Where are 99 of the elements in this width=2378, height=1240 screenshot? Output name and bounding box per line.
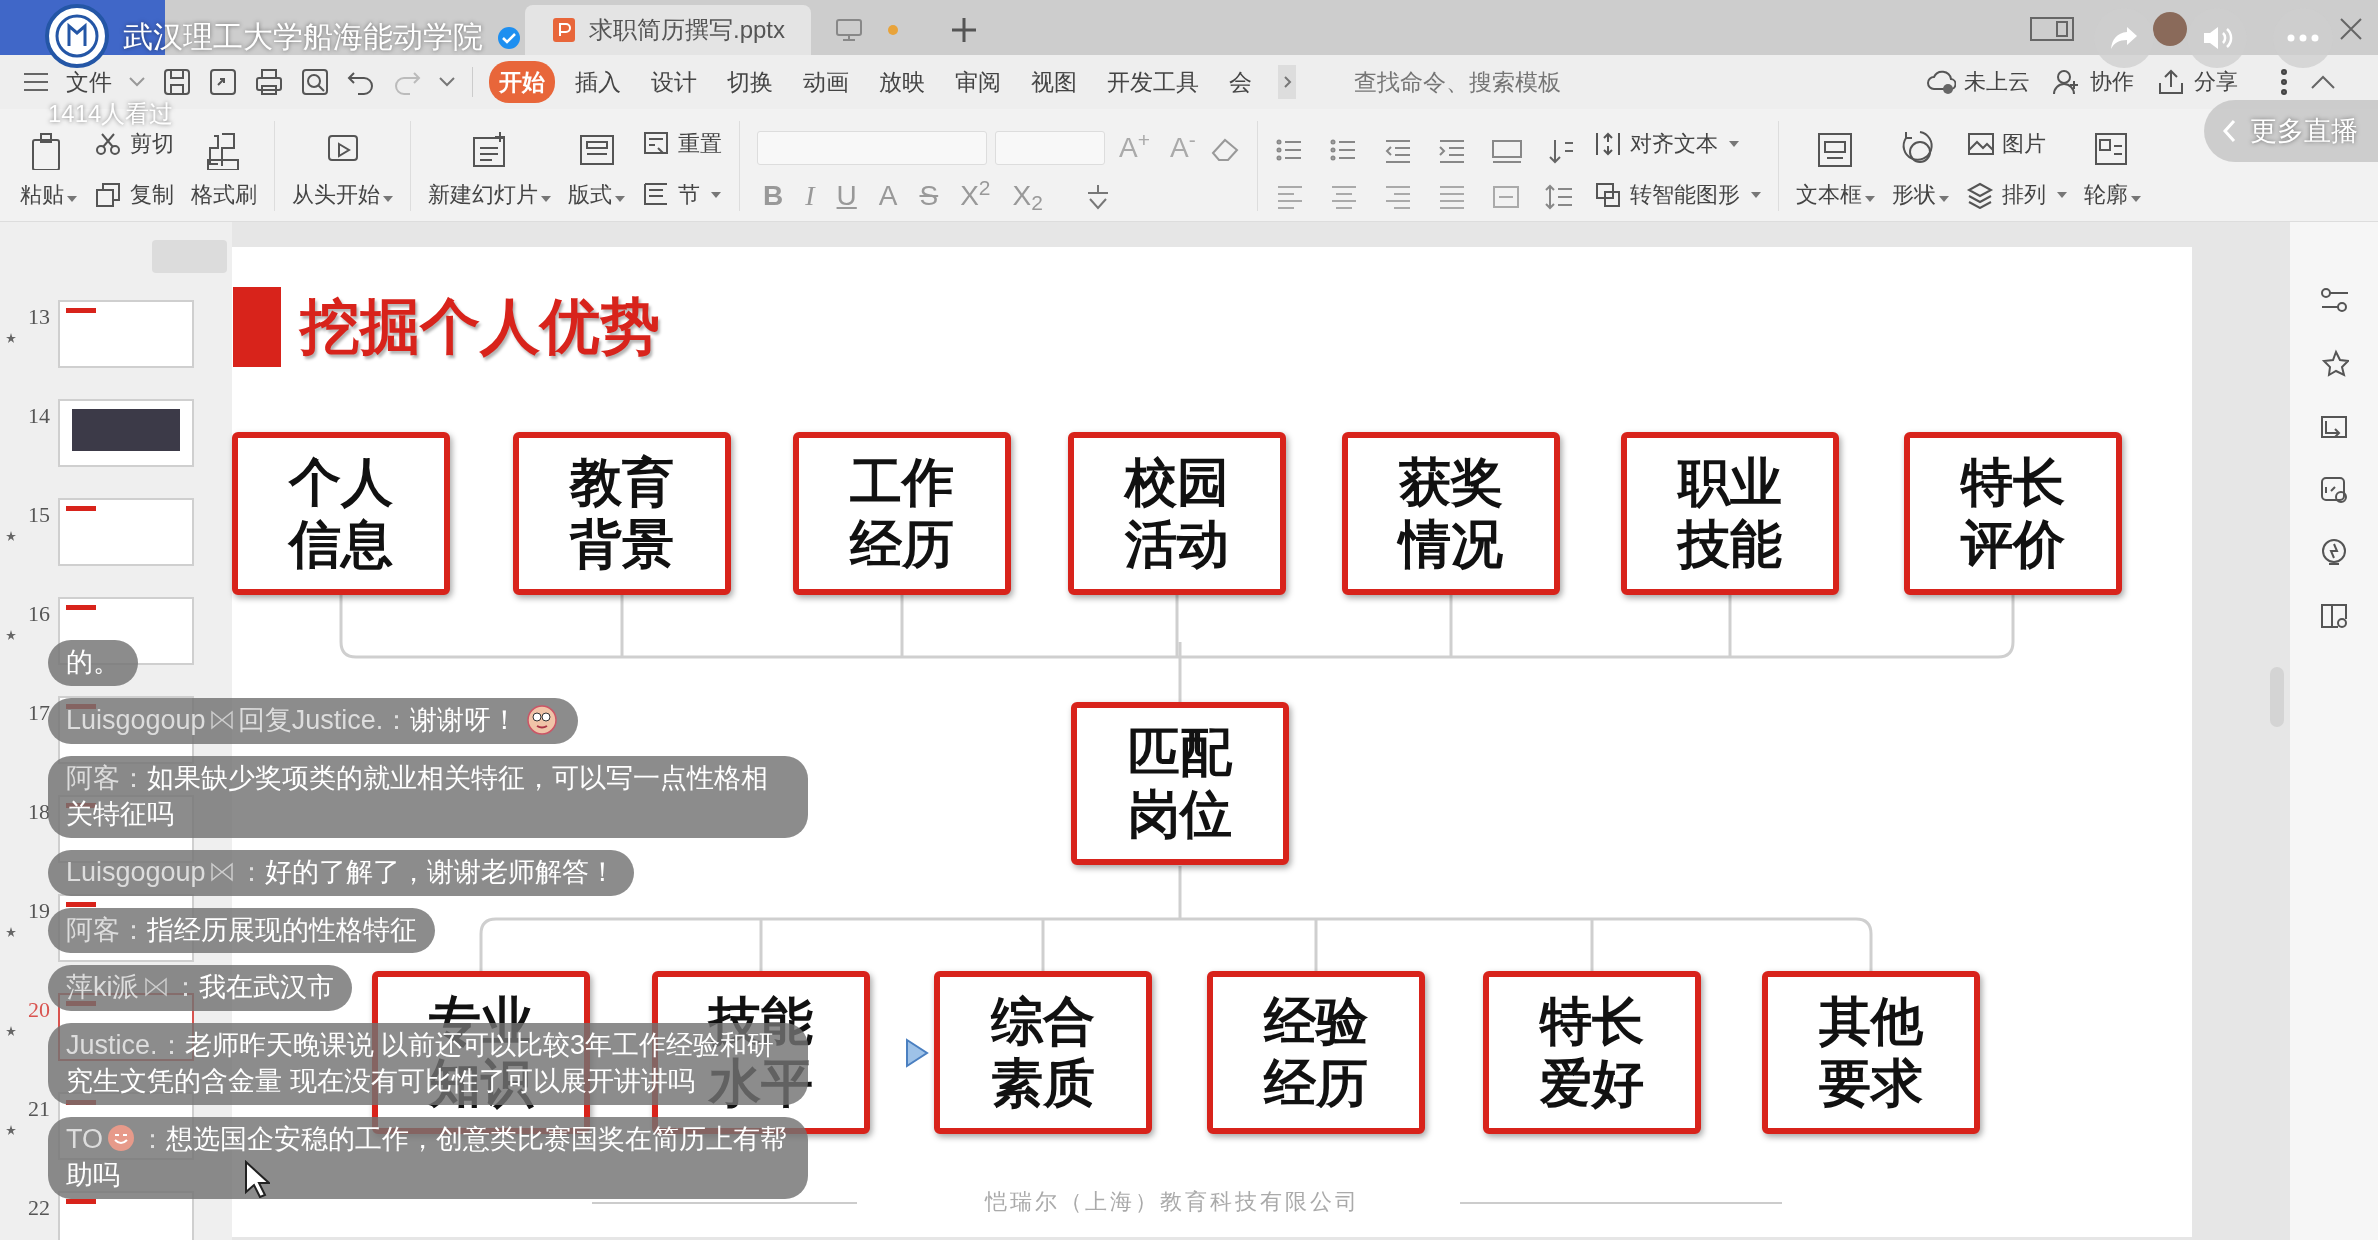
- ribbon-button[interactable]: 重置: [642, 127, 722, 161]
- requirement-box: 其他要求: [1762, 971, 1980, 1135]
- copy-icon: [94, 180, 122, 209]
- category-box: 特长评价: [1904, 432, 2122, 596]
- ribbon-button[interactable]: 格式刷: [191, 130, 257, 212]
- slide-title: 挖掘个人优势: [300, 292, 660, 363]
- menu-icon[interactable]: [22, 71, 50, 93]
- logo-icon[interactable]: [45, 4, 109, 68]
- cursor-icon: [244, 1160, 270, 1198]
- avatar[interactable]: [2153, 11, 2187, 46]
- slide-number: 17: [27, 699, 50, 728]
- chevron-up-icon[interactable]: [2310, 74, 2336, 90]
- indent-icon[interactable]: [1436, 137, 1467, 166]
- category-box: 校园活动: [1068, 432, 1286, 596]
- category-box: 教育背景: [513, 432, 731, 596]
- requirement-box: 综合素质: [934, 971, 1152, 1135]
- comment-toast: Luisgogoup ：好的了解了，谢谢老师解答！: [48, 849, 634, 896]
- ribbon-button[interactable]: 新建幻灯片: [428, 130, 551, 212]
- ribbon-tab[interactable]: 设计: [641, 60, 707, 104]
- slide-number: 13: [27, 303, 50, 332]
- ribbon-tab[interactable]: 会: [1219, 60, 1262, 104]
- category-box: 获奖情况: [1342, 432, 1560, 596]
- print-preview-icon[interactable]: [300, 67, 330, 97]
- comment-toast: TO ：想选国企安稳的工作，创意类比赛国奖在简历上有帮助吗: [48, 1117, 808, 1199]
- chevron-right-icon[interactable]: [1278, 65, 1296, 99]
- layout-icon[interactable]: [2029, 15, 2075, 42]
- ribbon-button[interactable]: 形状: [1891, 130, 1949, 212]
- close-icon[interactable]: [2338, 15, 2364, 42]
- save-icon[interactable]: [162, 67, 192, 97]
- share-arrow-icon: [2109, 25, 2139, 51]
- slide-heading-mark: [66, 902, 96, 908]
- search-field[interactable]: 查找命令、搜索模板: [1352, 63, 1612, 101]
- unsaved-dot-icon: [887, 24, 900, 36]
- slide-number: 19: [27, 897, 50, 926]
- ribbon-tab[interactable]: 动画: [793, 60, 859, 104]
- ribbon-button[interactable]: 图片: [1965, 127, 2067, 161]
- slide-thumbnail[interactable]: [58, 399, 194, 468]
- more-icon: [2287, 34, 2319, 42]
- smiley-icon: [106, 1123, 136, 1154]
- ribbon-button[interactable]: 文本框: [1795, 130, 1875, 212]
- ribbon-tab[interactable]: 开发工具: [1097, 60, 1209, 104]
- toolbar-action[interactable]: 分享: [2156, 65, 2238, 99]
- document-tab[interactable]: 求职简历撰写.pptx: [525, 5, 812, 55]
- ribbon-button[interactable]: 剪切: [94, 127, 174, 161]
- category-box: 个人信息: [232, 432, 450, 596]
- category-box: 职业技能: [1621, 432, 1839, 596]
- ribbon-button[interactable]: 粘贴: [20, 130, 77, 212]
- requirement-box: 特长爱好: [1483, 971, 1701, 1135]
- ribbon-button[interactable]: 版式: [568, 130, 625, 212]
- toolbar-action[interactable]: 协作: [2052, 65, 2134, 99]
- center-box: 匹配岗位: [1071, 702, 1289, 866]
- ribbon-button[interactable]: 从头开始: [292, 130, 393, 212]
- ribbon-button[interactable]: 排列: [1965, 178, 2067, 212]
- slide-number: 20: [27, 996, 50, 1025]
- comment-toast: 萍ki派 ：我在武汉市: [48, 965, 352, 1012]
- slide-heading-mark: [66, 506, 96, 512]
- comment-toast: 的。: [48, 640, 138, 686]
- ribbon-tab[interactable]: 放映: [869, 60, 935, 104]
- slide-number: 14: [27, 402, 50, 431]
- ribbon-button[interactable]: 轮廓: [2083, 130, 2141, 212]
- slides-icon: [551, 16, 577, 44]
- print-icon[interactable]: [254, 67, 284, 97]
- ribbon-button[interactable]: 对齐文本: [1593, 127, 1761, 161]
- slide-heading-mark: [66, 308, 96, 314]
- monitor-icon[interactable]: [835, 18, 864, 42]
- slide-heading-mark: [66, 1199, 96, 1205]
- slide-number: 16: [27, 600, 50, 629]
- line-spacing-icon[interactable]: [1544, 183, 1575, 212]
- chevron-down-icon[interactable]: [128, 76, 146, 88]
- slide-number: 15: [27, 501, 50, 530]
- slide-heading-mark: [66, 605, 96, 611]
- comment-toast: 阿客：如果缺少奖项类的就业相关特征，可以写一点性格相关特征吗: [48, 755, 808, 838]
- ribbon-tab[interactable]: 插入: [565, 60, 631, 104]
- more-vertical-icon[interactable]: [2280, 69, 2288, 95]
- requirement-box: 经验经历: [1207, 971, 1425, 1135]
- ribbon-tab[interactable]: 视图: [1021, 60, 1087, 104]
- toolbar-action[interactable]: 未上云: [1926, 65, 2030, 99]
- slide-number: 22: [27, 1194, 50, 1223]
- comment-toast: 阿客：指经历展现的性格特征: [48, 907, 435, 954]
- slide-number: 21: [27, 1095, 50, 1124]
- chevron-down-icon[interactable]: [438, 76, 456, 88]
- export-icon[interactable]: [208, 67, 238, 97]
- speaker-icon: [2201, 24, 2233, 52]
- ribbon-tab[interactable]: 切换: [717, 60, 783, 104]
- slide-thumbnail[interactable]: [58, 300, 194, 369]
- file-menu[interactable]: 文件: [66, 64, 112, 100]
- category-box: 工作经历: [793, 432, 1011, 596]
- pointer-icon: [905, 1038, 929, 1068]
- text-direction-icon[interactable]: [1490, 137, 1523, 166]
- share-icon: [2156, 67, 2186, 97]
- smart-graphic-icon: [1593, 180, 1622, 209]
- ribbon-button[interactable]: 转智能图形: [1593, 178, 1761, 212]
- ribbon-tab[interactable]: 审阅: [945, 60, 1011, 104]
- ribbon-button[interactable]: 节: [642, 178, 722, 212]
- layers-icon: [1965, 180, 1994, 209]
- ribbon-button[interactable]: 复制: [94, 178, 174, 212]
- slide-thumbnail[interactable]: [58, 498, 194, 567]
- chevron-left-icon: [2222, 119, 2236, 143]
- slide-footer: 恺瑞尔（上海）教育科技有限公司: [892, 1185, 1452, 1219]
